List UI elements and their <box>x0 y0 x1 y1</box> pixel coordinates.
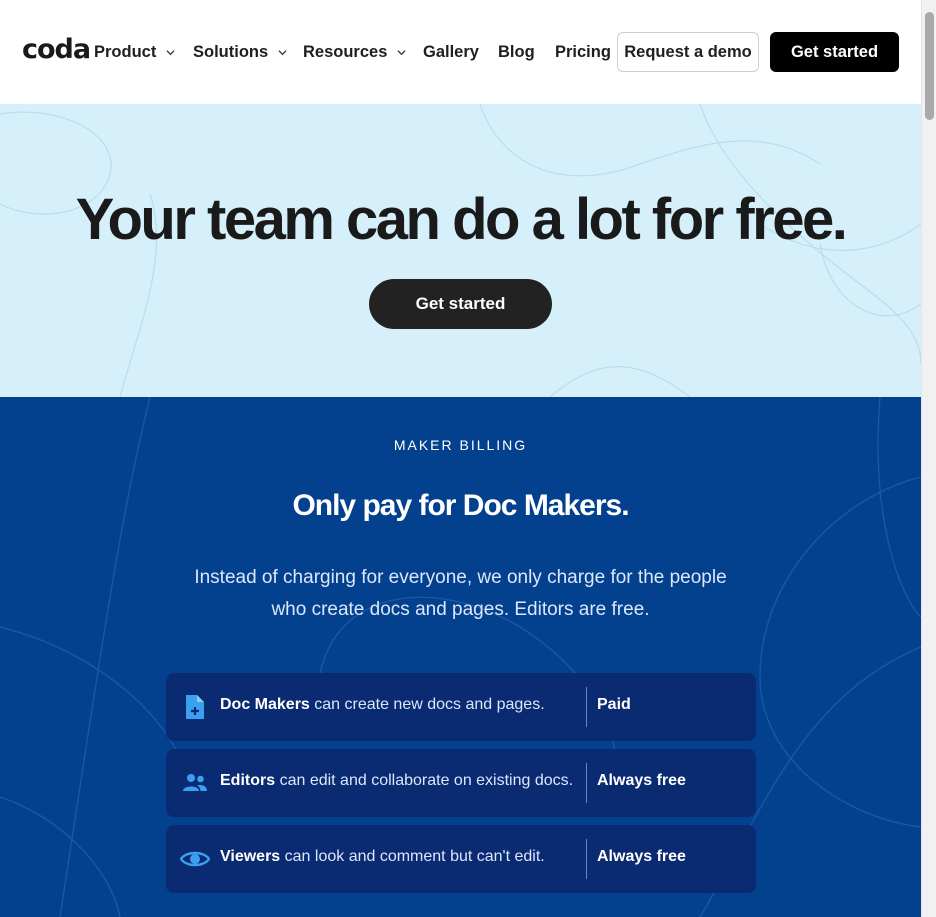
row-description: Viewers can look and comment but can't e… <box>220 848 545 866</box>
eye-icon <box>180 845 210 873</box>
nav-product[interactable]: Product <box>94 42 175 62</box>
section-title: Only pay for Doc Makers. <box>292 489 629 522</box>
row-divider <box>586 687 587 727</box>
role-name: Editors <box>220 772 276 789</box>
hero-get-started-button[interactable]: Get started <box>369 279 552 329</box>
billing-row-viewers: Viewers can look and comment but can't e… <box>166 825 756 893</box>
billing-row-doc-makers: Doc Makers can create new docs and pages… <box>166 673 756 741</box>
billing-row-editors: Editors can edit and collaborate on exis… <box>166 749 756 817</box>
nav-resources-label: Resources <box>303 42 388 61</box>
page-scrollbar[interactable] <box>921 0 936 917</box>
maker-billing-section: MAKER BILLING Only pay for Doc Makers. I… <box>0 397 921 917</box>
request-demo-button[interactable]: Request a demo <box>617 32 759 72</box>
row-divider <box>586 839 587 879</box>
chevron-down-icon <box>278 49 287 55</box>
doc-plus-icon <box>180 693 210 721</box>
site-header: coda Product Solutions Resources Gallery… <box>0 0 921 104</box>
price-label: Paid <box>597 696 631 713</box>
nav-resources[interactable]: Resources <box>303 42 406 62</box>
nav-blog-label: Blog <box>498 42 535 61</box>
nav-solutions-label: Solutions <box>193 42 269 61</box>
header-get-started-button[interactable]: Get started <box>770 32 899 72</box>
chevron-down-icon <box>166 49 175 55</box>
role-text: can look and comment but can't edit. <box>280 848 545 865</box>
nav-pricing[interactable]: Pricing <box>555 42 611 62</box>
price-label: Always free <box>597 848 686 865</box>
price-label: Always free <box>597 772 686 789</box>
hero-section: Your team can do a lot for free. Get sta… <box>0 104 921 397</box>
nav-blog[interactable]: Blog <box>498 42 535 62</box>
coda-logo[interactable]: coda <box>22 34 91 65</box>
row-divider <box>586 763 587 803</box>
row-description: Doc Makers can create new docs and pages… <box>220 696 545 714</box>
role-text: can create new docs and pages. <box>309 696 545 713</box>
nav-pricing-label: Pricing <box>555 42 611 61</box>
nav-gallery-label: Gallery <box>423 42 479 61</box>
hero-title: Your team can do a lot for free. <box>75 187 848 252</box>
nav-product-label: Product <box>94 42 157 61</box>
nav-solutions[interactable]: Solutions <box>193 42 287 62</box>
section-eyebrow: MAKER BILLING <box>393 437 528 453</box>
nav-gallery[interactable]: Gallery <box>423 42 479 62</box>
row-description: Editors can edit and collaborate on exis… <box>220 772 573 790</box>
role-text: can edit and collaborate on existing doc… <box>275 772 574 789</box>
people-icon <box>180 769 210 797</box>
role-name: Doc Makers <box>220 696 310 713</box>
section-description: Instead of charging for everyone, we onl… <box>194 567 727 620</box>
role-name: Viewers <box>220 848 281 865</box>
chevron-down-icon <box>397 49 406 55</box>
scrollbar-thumb[interactable] <box>925 12 934 120</box>
